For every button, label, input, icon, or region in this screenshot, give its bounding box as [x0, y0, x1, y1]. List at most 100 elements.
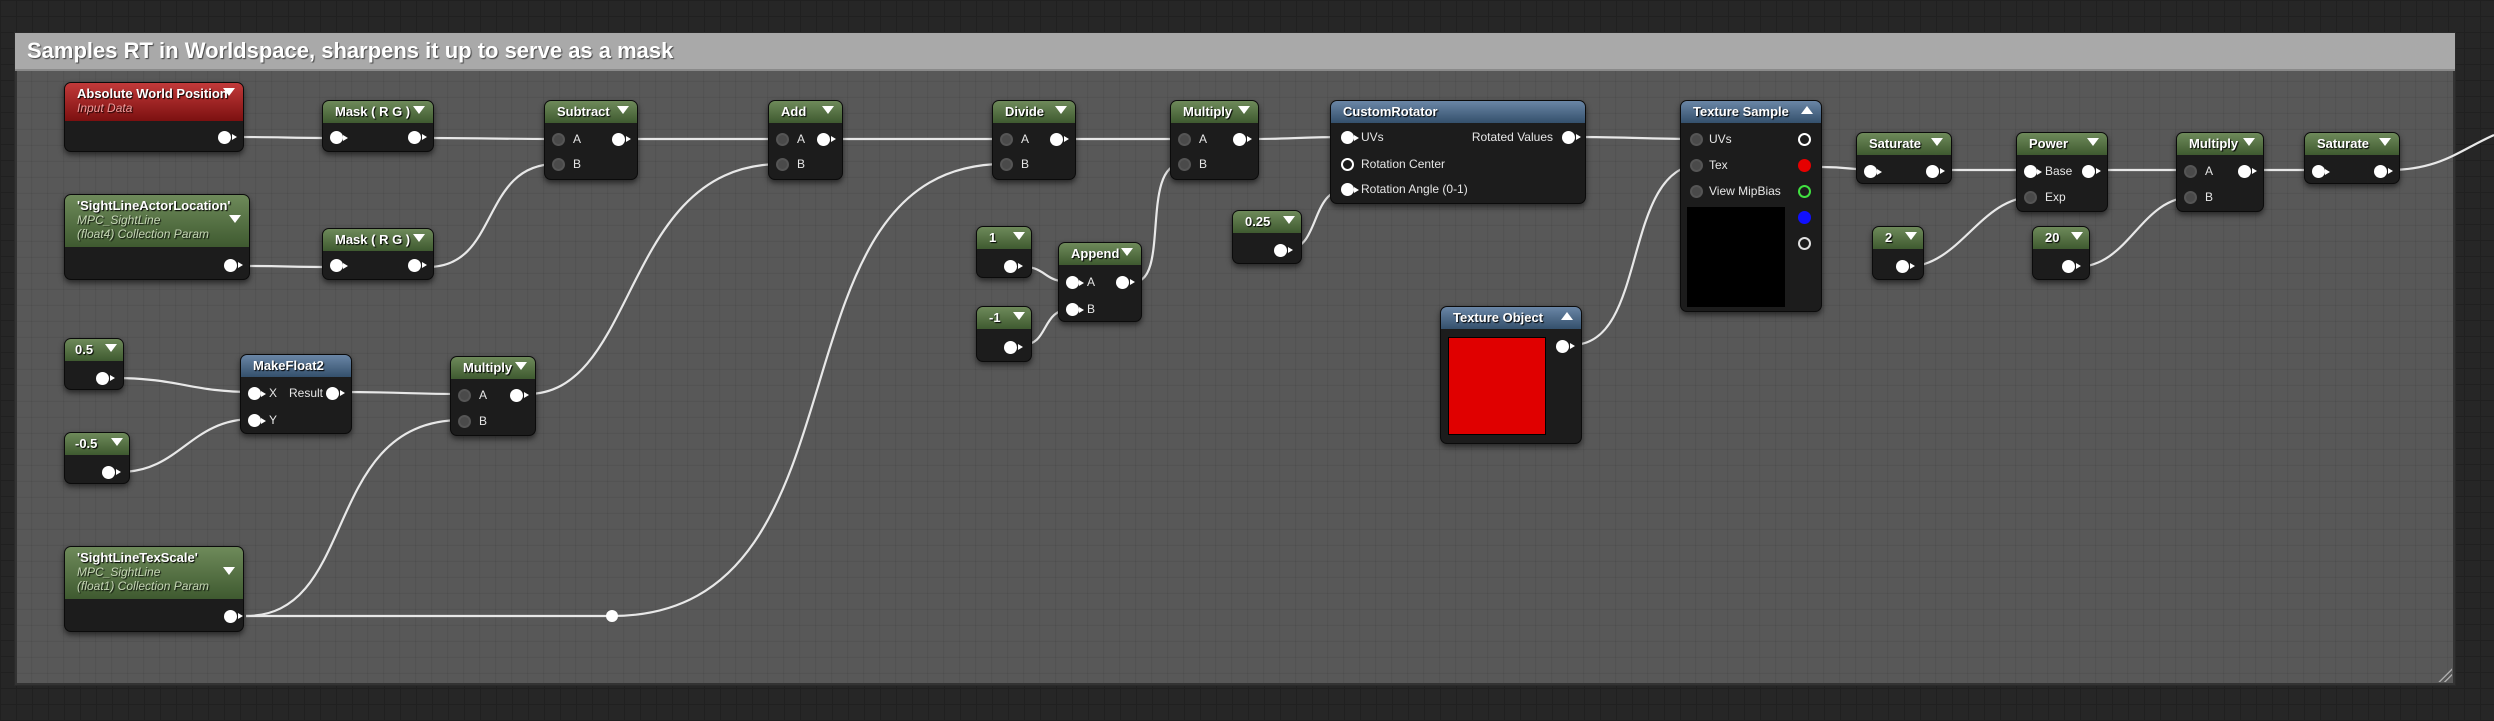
output-pin[interactable] — [326, 387, 345, 400]
comment-header[interactable]: Samples RT in Worldspace, sharpens it up… — [15, 33, 2455, 71]
node-constant[interactable]: 0.25 — [1232, 210, 1302, 264]
input-pin-x[interactable] — [248, 387, 266, 400]
input-pin-uvs[interactable] — [1690, 133, 1703, 146]
node-multiply-2[interactable]: Multiply A B — [450, 356, 536, 436]
output-pin-g[interactable] — [1798, 185, 1811, 198]
node-constant[interactable]: 2 — [1872, 226, 1924, 280]
input-pin-rotation-center[interactable] — [1341, 158, 1354, 171]
input-pin-tex[interactable] — [1690, 159, 1703, 172]
chevron-down-icon[interactable] — [2087, 138, 2099, 146]
input-pin-a[interactable] — [458, 389, 471, 402]
node-header[interactable]: Divide — [993, 101, 1075, 123]
output-pin[interactable] — [2062, 260, 2081, 273]
input-pin-exp[interactable] — [2024, 191, 2037, 204]
node-texture-object[interactable]: Texture Object — [1440, 306, 1582, 444]
reroute-node[interactable] — [606, 610, 618, 622]
output-pin[interactable] — [817, 133, 836, 146]
node-header[interactable]: Power — [2017, 133, 2107, 155]
chevron-down-icon[interactable] — [1283, 216, 1295, 224]
chevron-down-icon[interactable] — [1013, 312, 1025, 320]
output-pin-a[interactable] — [1798, 237, 1811, 250]
chevron-down-icon[interactable] — [1055, 106, 1067, 114]
chevron-down-icon[interactable] — [2071, 232, 2083, 240]
node-header[interactable]: Texture Object — [1441, 307, 1581, 329]
node-header[interactable]: 2 — [1873, 227, 1923, 249]
node-power[interactable]: Power Base Exp — [2016, 132, 2108, 212]
node-divide[interactable]: Divide A B — [992, 100, 1076, 180]
chevron-down-icon[interactable] — [2379, 138, 2391, 146]
chevron-down-icon[interactable] — [111, 438, 123, 446]
output-pin[interactable] — [1896, 260, 1915, 273]
chevron-down-icon[interactable] — [1931, 138, 1943, 146]
chevron-down-icon[interactable] — [1905, 232, 1917, 240]
input-pin-mip-bias[interactable] — [1690, 185, 1703, 198]
node-header[interactable]: Append — [1059, 243, 1141, 265]
node-header[interactable]: 0.25 — [1233, 211, 1301, 233]
input-pin-b[interactable] — [552, 158, 565, 171]
node-constant[interactable]: 0.5 — [64, 338, 124, 390]
input-pin-rotation-angle[interactable] — [1341, 183, 1359, 196]
chevron-down-icon[interactable] — [105, 344, 117, 352]
output-pin[interactable] — [1004, 341, 1023, 354]
chevron-down-icon[interactable] — [223, 88, 235, 96]
node-header[interactable]: 1 — [977, 227, 1031, 249]
node-header[interactable]: MakeFloat2 — [241, 355, 351, 377]
node-make-float2[interactable]: MakeFloat2 X Result Y — [240, 354, 352, 434]
chevron-down-icon[interactable] — [1121, 248, 1133, 256]
node-header[interactable]: Saturate — [2305, 133, 2399, 155]
node-custom-rotator[interactable]: CustomRotator UVs Rotated Values Rotatio… — [1330, 100, 1586, 204]
chevron-down-icon[interactable] — [1013, 232, 1025, 240]
input-pin-b[interactable] — [1000, 158, 1013, 171]
chevron-down-icon[interactable] — [223, 567, 235, 575]
output-pin[interactable] — [1233, 133, 1252, 146]
node-saturate-1[interactable]: Saturate — [1856, 132, 1952, 184]
output-pin[interactable] — [1116, 276, 1135, 289]
node-append[interactable]: Append A B — [1058, 242, 1142, 322]
output-pin[interactable] — [2238, 165, 2257, 178]
output-pin[interactable] — [102, 466, 121, 479]
chevron-down-icon[interactable] — [617, 106, 629, 114]
node-constant[interactable]: 1 — [976, 226, 1032, 278]
node-header[interactable]: Mask ( R G ) — [323, 229, 433, 251]
node-header[interactable]: 'SightLineActorLocation' MPC_SightLine (… — [65, 195, 249, 247]
node-header[interactable]: 0.5 — [65, 339, 123, 361]
output-pin[interactable] — [1050, 133, 1069, 146]
output-pin-rgb[interactable] — [1798, 133, 1811, 146]
node-header[interactable]: Mask ( R G ) — [323, 101, 433, 123]
input-pin-y[interactable] — [248, 414, 266, 427]
output-pin[interactable] — [96, 372, 115, 385]
input-pin[interactable] — [330, 259, 348, 272]
node-header[interactable]: Multiply — [2177, 133, 2263, 155]
node-texture-sample[interactable]: Texture Sample UVs Tex View MipBias — [1680, 100, 1822, 312]
output-pin[interactable] — [224, 259, 243, 272]
output-pin[interactable] — [1556, 340, 1575, 353]
node-multiply-1[interactable]: Multiply A B — [1170, 100, 1259, 180]
node-constant[interactable]: -0.5 — [64, 432, 130, 484]
node-saturate-2[interactable]: Saturate — [2304, 132, 2400, 184]
output-pin[interactable] — [2374, 165, 2393, 178]
output-pin[interactable] — [408, 259, 427, 272]
output-pin-b[interactable] — [1798, 211, 1811, 224]
chevron-down-icon[interactable] — [515, 362, 527, 370]
input-pin-b[interactable] — [2184, 191, 2197, 204]
input-pin-b[interactable] — [1066, 303, 1084, 316]
chevron-down-icon[interactable] — [413, 106, 425, 114]
node-sight-line-tex-scale[interactable]: 'SightLineTexScale' MPC_SightLine (float… — [64, 546, 244, 632]
node-absolute-world-position[interactable]: Absolute World Position Input Data — [64, 82, 244, 152]
input-pin[interactable] — [330, 131, 348, 144]
node-header[interactable]: 20 — [2033, 227, 2089, 249]
resize-grip-icon[interactable] — [2438, 668, 2452, 682]
node-header[interactable]: Multiply — [1171, 101, 1258, 123]
input-pin[interactable] — [2312, 165, 2330, 178]
node-header[interactable]: -0.5 — [65, 433, 129, 455]
node-header[interactable]: Subtract — [545, 101, 637, 123]
node-header[interactable]: Saturate — [1857, 133, 1951, 155]
chevron-down-icon[interactable] — [2243, 138, 2255, 146]
output-pin-r[interactable] — [1798, 159, 1811, 172]
output-pin[interactable] — [218, 131, 237, 144]
input-pin-b[interactable] — [458, 415, 471, 428]
node-header[interactable]: Multiply — [451, 357, 535, 379]
chevron-down-icon[interactable] — [1238, 106, 1250, 114]
node-add[interactable]: Add A B — [768, 100, 843, 180]
node-header[interactable]: Texture Sample — [1681, 101, 1821, 123]
